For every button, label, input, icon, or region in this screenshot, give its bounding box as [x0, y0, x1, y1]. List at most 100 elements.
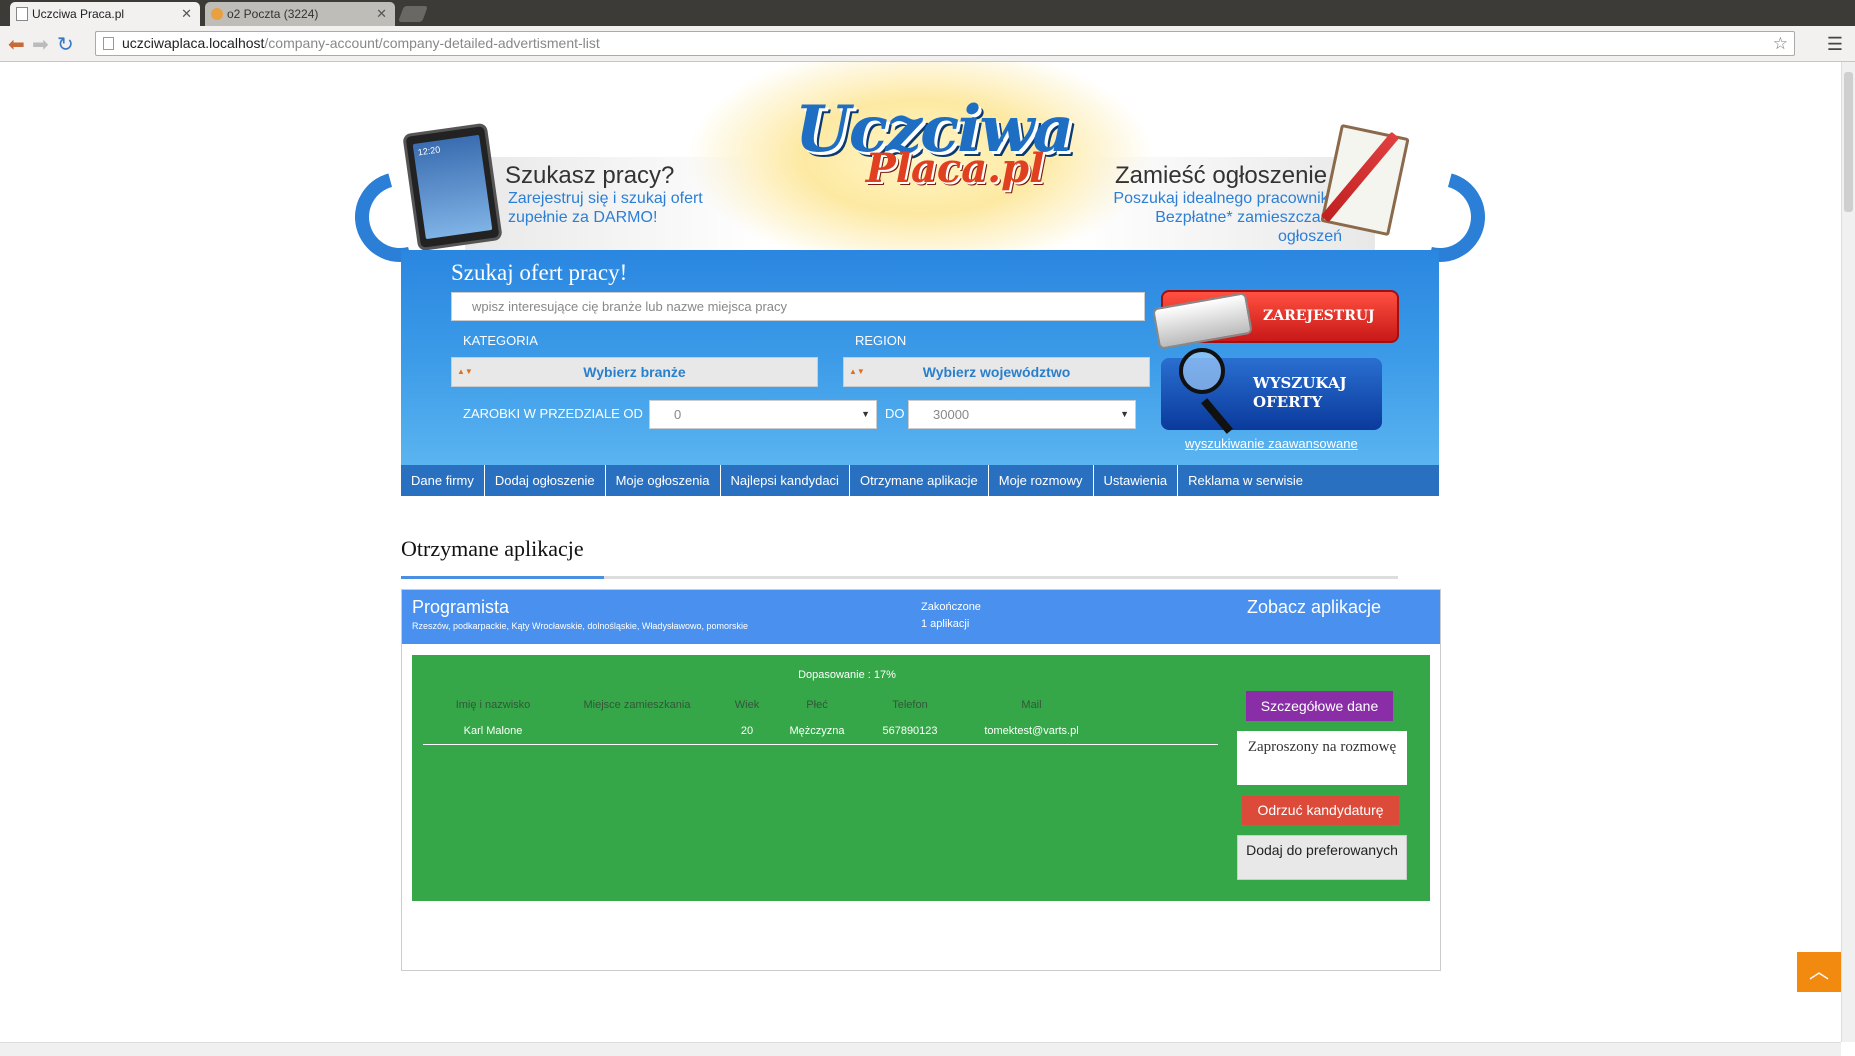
header-banner: 12:20 Szukasz pracy? Zarejestruj się i s… — [338, 62, 1502, 279]
search-offers-button[interactable]: WYSZUKAJ OFERTY — [1161, 348, 1382, 434]
category-value: Wybierz branże — [583, 364, 686, 380]
advertisement-card: Programista Rzeszów, podkarpackie, Kąty … — [401, 589, 1441, 971]
applicant-residence — [563, 717, 711, 744]
applicant-gender: Mężczyzna — [789, 725, 845, 737]
employer-subtitle: Poszukaj idealnego pracownika. Bezpłatne… — [1113, 190, 1342, 245]
magnifier-handle — [1201, 398, 1233, 434]
region-select[interactable]: ▲▼ Wybierz województwo — [843, 357, 1150, 387]
tablet-image: 12:20 — [402, 122, 503, 252]
logo-bottom: Placa.pl — [865, 145, 1045, 192]
select-arrows-icon: ▲▼ — [457, 367, 473, 376]
new-tab-button[interactable] — [398, 6, 428, 22]
tab-uczciwa-praca[interactable]: Uczciwa Praca.pl ✕ — [10, 2, 200, 26]
category-label: KATEGORIA — [463, 333, 538, 348]
job-seeker-title: Szukasz pracy? — [505, 162, 675, 189]
chevron-down-icon: ▼ — [1120, 409, 1129, 419]
nav-item-company-data[interactable]: Dane firmy — [401, 465, 485, 496]
search-title: Szukaj ofert pracy! — [451, 260, 628, 285]
salary-from-select[interactable]: 0 ▼ — [649, 400, 877, 429]
ad-title: Programista — [412, 597, 510, 617]
advertisement-header: Programista Rzeszów, podkarpackie, Kąty … — [402, 590, 1440, 644]
forward-icon[interactable]: ➡ — [32, 32, 49, 57]
scroll-to-top-button[interactable]: ︿ — [1797, 952, 1841, 992]
salary-to-select[interactable]: 30000 ▼ — [908, 400, 1136, 429]
table-row: Karl Malone 20 Mężczyzna 567890123 tomek… — [423, 717, 1218, 745]
salary-to-label: DO — [885, 406, 905, 421]
tablet-screen: 12:20 — [412, 134, 493, 240]
column-header: Mail — [1021, 699, 1042, 711]
region-value: Wybierz województwo — [922, 364, 1071, 380]
region-label: REGION — [855, 333, 907, 348]
nav-item-advertising[interactable]: Reklama w serwisie — [1178, 465, 1313, 496]
column-header: Płeć — [806, 699, 828, 711]
browser-toolbar: ⬅ ➡ ↻ uczciwaplaca.localhost/company-acc… — [0, 26, 1855, 62]
chevron-up-icon: ︿ — [1809, 961, 1829, 983]
search-offers-label: WYSZUKAJ OFERTY — [1253, 374, 1347, 411]
column-header: Imię i nazwisko — [455, 699, 531, 711]
nav-item-my-interviews[interactable]: Moje rozmowy — [989, 465, 1094, 496]
address-bar[interactable]: uczciwaplaca.localhost/company-account/c… — [95, 31, 1795, 56]
column-header: Wiek — [734, 699, 760, 711]
tab-title: Uczciwa Praca.pl — [32, 7, 125, 21]
magnifier-icon — [1179, 348, 1225, 394]
employer-title: Zamieść ogłoszenie — [1115, 162, 1328, 189]
scrollbar-thumb[interactable] — [1844, 72, 1853, 212]
applicant-name: Karl Malone — [463, 725, 523, 737]
browser-tab-bar: Uczciwa Praca.pl ✕ o2 Poczta (3224) ✕ — [0, 0, 1855, 26]
table-header-row: Imię i nazwisko Miejsce zamieszkania Wie… — [423, 693, 1218, 717]
tab-title: o2 Poczta (3224) — [227, 7, 319, 21]
page-icon — [16, 7, 28, 21]
tab-o2-poczta[interactable]: o2 Poczta (3224) ✕ — [205, 2, 395, 26]
page-icon — [103, 37, 114, 50]
browser-menu-icon[interactable]: ☰ — [1827, 34, 1843, 55]
select-arrows-icon: ▲▼ — [849, 367, 865, 376]
register-button[interactable]: ZAREJESTRUJ SIĘ — [1152, 290, 1399, 373]
page-title: Otrzymane aplikacje — [401, 536, 584, 561]
advanced-search-link[interactable]: wyszukiwanie zaawansowane — [1185, 436, 1358, 451]
chevron-down-icon: ▼ — [861, 409, 870, 419]
applicant-email: tomektest@varts.pl — [984, 725, 1079, 737]
o2-icon — [211, 8, 223, 20]
page-viewport: 12:20 Szukasz pracy? Zarejestruj się i s… — [0, 62, 1841, 1042]
match-percentage: Dopasowanie : 17% — [798, 669, 896, 681]
reject-button[interactable]: Odrzuć kandydaturę — [1242, 796, 1399, 825]
search-input[interactable]: wpisz interesujące cię branże lub nazwe … — [451, 292, 1145, 321]
bookmark-star-icon[interactable]: ☆ — [1773, 32, 1788, 55]
nav-item-best-candidates[interactable]: Najlepsi kandydaci — [721, 465, 850, 496]
nav-item-add-ad[interactable]: Dodaj ogłoszenie — [485, 465, 606, 496]
nav-item-settings[interactable]: Ustawienia — [1094, 465, 1179, 496]
salary-from-value: 0 — [674, 407, 682, 422]
salary-to-value: 30000 — [933, 407, 970, 422]
applicant-table: Imię i nazwisko Miejsce zamieszkania Wie… — [423, 693, 1218, 745]
nav-item-my-ads[interactable]: Moje ogłoszenia — [606, 465, 721, 496]
column-header: Telefon — [892, 699, 928, 711]
back-icon[interactable]: ⬅ — [8, 32, 25, 57]
company-nav: Dane firmy Dodaj ogłoszenie Moje ogłosze… — [401, 465, 1439, 496]
ad-status: Zakończone — [921, 601, 981, 613]
site-logo[interactable]: Uczciwa Placa.pl — [795, 92, 1074, 192]
title-divider-highlight — [401, 576, 604, 579]
see-applications-link[interactable]: Zobacz aplikacje — [1247, 597, 1381, 618]
horizontal-scrollbar[interactable] — [0, 1042, 1841, 1056]
close-tab-icon[interactable]: ✕ — [181, 2, 192, 26]
column-header: Miejsce zamieszkania — [583, 699, 691, 711]
vertical-scrollbar[interactable] — [1841, 62, 1855, 1042]
keyboard-icon — [1152, 292, 1253, 350]
job-seeker-subtitle: Zarejestruj się i szukaj ofert zupełnie … — [508, 190, 703, 226]
category-select[interactable]: ▲▼ Wybierz branże — [451, 357, 818, 387]
salary-label: ZAROBKI W PRZEDZIALE OD — [463, 406, 643, 421]
applicant-phone: 567890123 — [882, 725, 938, 737]
close-tab-icon[interactable]: ✕ — [376, 2, 387, 26]
ad-application-count: 1 aplikacji — [921, 618, 970, 630]
ad-locations: Rzeszów, podkarpackie, Kąty Wrocławskie,… — [412, 621, 748, 631]
nav-item-received-applications[interactable]: Otrzymane aplikacje — [850, 465, 989, 496]
invited-status-button[interactable]: Zaproszony na rozmowę — [1237, 731, 1407, 785]
url-host: uczciwaplaca.localhost — [122, 35, 265, 51]
applicant-age: 20 — [740, 725, 754, 737]
url-path: /company-account/company-detailed-advert… — [264, 35, 600, 51]
title-divider — [401, 576, 1398, 579]
add-to-preferred-button[interactable]: Dodaj do preferowanych — [1237, 835, 1407, 880]
details-button[interactable]: Szczegółowe dane — [1246, 691, 1393, 721]
reload-icon[interactable]: ↻ — [57, 32, 74, 57]
applicant-panel: Dopasowanie : 17% Imię i nazwisko Miejsc… — [412, 655, 1430, 901]
